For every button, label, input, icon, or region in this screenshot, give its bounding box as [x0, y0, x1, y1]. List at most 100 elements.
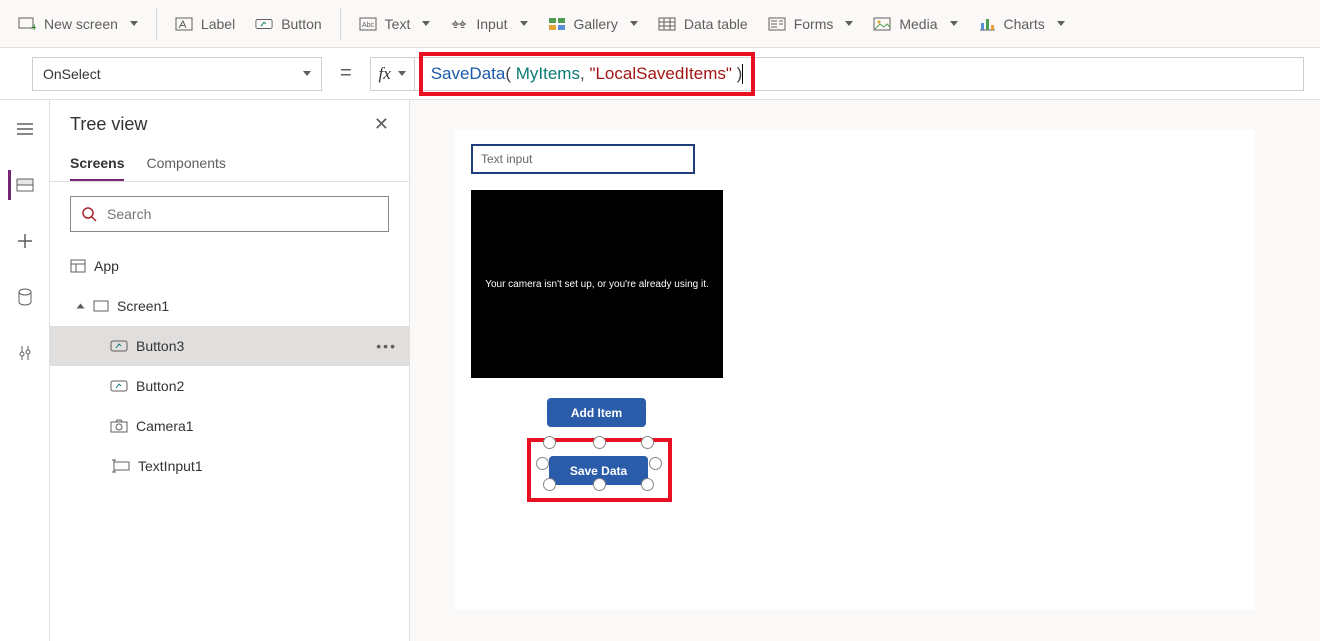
svg-text:+: +: [31, 22, 36, 31]
main-area: Tree view ✕ Screens Components App Scree…: [0, 100, 1320, 641]
search-icon: [81, 206, 97, 222]
selection-handle[interactable]: [543, 478, 556, 491]
tree-item-button3[interactable]: Button3 •••: [50, 326, 409, 366]
button-icon: [110, 339, 128, 353]
tree-item-app[interactable]: App: [50, 246, 409, 286]
design-canvas[interactable]: Text input Your camera isn't set up, or …: [455, 130, 1255, 610]
charts-label: Charts: [1004, 16, 1045, 32]
new-screen-icon: +: [18, 15, 36, 33]
camera-icon: [110, 419, 128, 433]
tree-item-label: Button3: [136, 338, 184, 354]
hamburger-button[interactable]: [10, 114, 40, 144]
tree-item-label: Screen1: [117, 298, 169, 314]
insert-button[interactable]: [10, 226, 40, 256]
selection-handle[interactable]: [649, 457, 662, 470]
insert-button-button[interactable]: Button: [245, 9, 331, 39]
new-screen-label: New screen: [44, 16, 118, 32]
paren-open: (: [505, 64, 515, 84]
chevron-down-icon: [398, 71, 406, 76]
tree-item-camera1[interactable]: Camera1: [50, 406, 409, 446]
data-button[interactable]: [10, 282, 40, 312]
input-label: Input: [476, 16, 507, 32]
search-input[interactable]: [107, 206, 378, 222]
selection-handle[interactable]: [543, 436, 556, 449]
tree-item-screen1[interactable]: Screen1: [50, 286, 409, 326]
label-label: Label: [201, 16, 235, 32]
textinput-placeholder: Text input: [481, 152, 532, 166]
tree-item-label: App: [94, 258, 119, 274]
insert-text-menu[interactable]: Abc Text: [349, 9, 441, 39]
search-wrap: [50, 182, 409, 246]
tab-components[interactable]: Components: [146, 147, 225, 181]
formula-arg1: MyItems: [516, 64, 580, 84]
gallery-label: Gallery: [574, 16, 618, 32]
insert-label-button[interactable]: Label: [165, 9, 245, 39]
comma: ,: [580, 64, 589, 84]
formula-input-group: fx SaveData( MyItems, "LocalSavedItems" …: [370, 57, 1304, 91]
insert-media-menu[interactable]: Media: [863, 9, 967, 39]
separator: [156, 8, 157, 40]
selection-handle[interactable]: [593, 478, 606, 491]
tab-screens[interactable]: Screens: [70, 147, 124, 181]
separator: [340, 8, 341, 40]
tree-item-button2[interactable]: Button2: [50, 366, 409, 406]
chevron-down-icon: [77, 304, 85, 309]
canvas-area: Text input Your camera isn't set up, or …: [410, 100, 1320, 641]
insert-charts-menu[interactable]: Charts: [968, 9, 1075, 39]
canvas-camera[interactable]: Your camera isn't set up, or you're alre…: [471, 190, 723, 378]
property-value: OnSelect: [43, 66, 101, 82]
formula-fn: SaveData: [431, 64, 506, 84]
tree-list: App Screen1 Button3 ••• Button2 Camera1: [50, 246, 409, 641]
insert-gallery-menu[interactable]: Gallery: [538, 9, 648, 39]
chevron-down-icon: [303, 71, 311, 76]
close-icon[interactable]: ✕: [374, 114, 389, 135]
selection-handle[interactable]: [536, 457, 549, 470]
chevron-down-icon: [1057, 21, 1065, 26]
charts-icon: [978, 15, 996, 33]
canvas-add-item-button[interactable]: Add Item: [547, 398, 646, 427]
tree-title: Tree view: [70, 114, 147, 135]
media-icon: [873, 15, 891, 33]
media-label: Media: [899, 16, 937, 32]
insert-input-menu[interactable]: Input: [440, 9, 537, 39]
chevron-down-icon: [630, 21, 638, 26]
tree-item-label: TextInput1: [138, 458, 203, 474]
tree-tabs: Screens Components: [50, 141, 409, 182]
selection-handle[interactable]: [641, 478, 654, 491]
property-dropdown[interactable]: OnSelect: [32, 57, 322, 91]
new-screen-menu[interactable]: + New screen: [8, 9, 148, 39]
selection-handle[interactable]: [593, 436, 606, 449]
tree-header: Tree view ✕: [50, 100, 409, 141]
tree-item-textinput1[interactable]: TextInput1: [50, 446, 409, 486]
insert-datatable-button[interactable]: Data table: [648, 9, 758, 39]
forms-label: Forms: [794, 16, 834, 32]
equals-sign: =: [334, 62, 358, 85]
save-data-highlight: Save Data: [527, 438, 672, 502]
text-cursor: [742, 64, 743, 84]
top-ribbon: + New screen Label Button Abc Text Input: [0, 0, 1320, 48]
more-icon[interactable]: •••: [376, 338, 397, 354]
chevron-down-icon: [520, 21, 528, 26]
selection-handle[interactable]: [641, 436, 654, 449]
fx-label: fx: [379, 64, 391, 84]
tree-item-label: Button2: [136, 378, 184, 394]
formula-editor[interactable]: SaveData( MyItems, "LocalSavedItems" ): [419, 52, 756, 96]
search-box[interactable]: [70, 196, 389, 232]
save-data-label: Save Data: [570, 464, 627, 478]
button-icon: [255, 15, 273, 33]
chevron-down-icon: [130, 21, 138, 26]
forms-icon: [768, 15, 786, 33]
chevron-down-icon: [845, 21, 853, 26]
input-icon: [450, 15, 468, 33]
add-item-label: Add Item: [571, 406, 622, 420]
tree-view-button[interactable]: [8, 170, 38, 200]
chevron-down-icon: [422, 21, 430, 26]
canvas-textinput[interactable]: Text input: [471, 144, 695, 174]
left-rail: [0, 100, 50, 641]
fx-button[interactable]: fx: [371, 58, 415, 90]
formula-arg2: "LocalSavedItems": [589, 64, 731, 84]
insert-forms-menu[interactable]: Forms: [758, 9, 864, 39]
data-table-icon: [658, 15, 676, 33]
tools-button[interactable]: [10, 338, 40, 368]
paren-close: ): [732, 64, 742, 84]
